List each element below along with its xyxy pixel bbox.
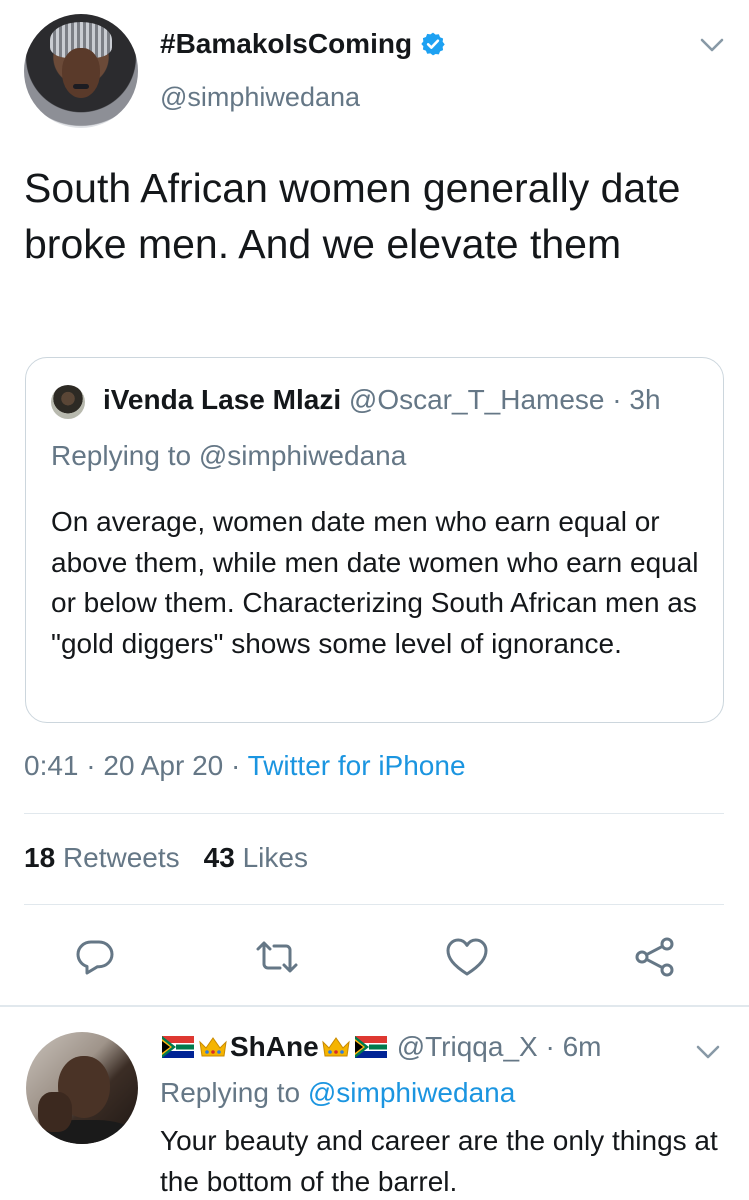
author-handle[interactable]: @simphiwedana (160, 82, 360, 113)
likes-label: Likes (242, 842, 308, 873)
avatar-hand (38, 1092, 72, 1132)
reply-replying-to: Replying to @simphiwedana (160, 1077, 515, 1109)
tweet-stats: 18 Retweets 43 Likes (24, 842, 308, 874)
likes-count: 43 (203, 842, 235, 873)
like-icon (446, 938, 488, 976)
tweet-source-link[interactable]: Twitter for iPhone (248, 750, 466, 781)
south-africa-flag-icon (354, 1036, 387, 1058)
replying-mention-link[interactable]: @simphiwedana (308, 1077, 515, 1108)
reply-author-name: ShAne (230, 1031, 319, 1062)
replying-prefix: Replying to (160, 1077, 308, 1108)
tweet-time: 0:41 · 20 Apr 20 · (24, 750, 248, 781)
author-display-name[interactable]: #BamakoIsComing (160, 28, 412, 60)
quoted-author-name: iVenda Lase Mlazi (103, 384, 342, 415)
author-name-row[interactable]: #BamakoIsComing (160, 28, 446, 60)
quoted-author-avatar (51, 385, 85, 419)
crown-icon (199, 1037, 227, 1057)
south-africa-flag-icon (162, 1036, 194, 1058)
retweets-label: Retweets (62, 842, 180, 873)
tweet-actions (0, 930, 749, 982)
retweets-count: 18 (24, 842, 56, 873)
crown-icon (321, 1037, 350, 1057)
likes-stat[interactable]: 43 Likes (204, 842, 308, 873)
quoted-tweet-header: iVenda Lase Mlazi @Oscar_T_Hamese · 3h (103, 384, 661, 416)
tweet-text: South African women generally date broke… (24, 165, 681, 267)
quoted-replying-to: Replying to @simphiwedana (51, 440, 406, 472)
reply-author-meta[interactable]: @Triqqa_X · 6m (397, 1031, 602, 1063)
replying-prefix: Replying to (51, 440, 199, 471)
reply-author-avatar[interactable] (26, 1032, 138, 1144)
verified-badge-icon (421, 32, 445, 56)
avatar-lips (73, 84, 89, 89)
divider (24, 813, 724, 814)
reply-author-name-row[interactable]: ShAne (160, 1031, 389, 1063)
retweet-button[interactable] (254, 934, 300, 980)
reply-icon (76, 940, 114, 975)
reply-text: Your beauty and career are the only thin… (160, 1125, 718, 1197)
divider (24, 904, 724, 905)
retweet-icon (256, 941, 298, 973)
reply-header: ShAne @Triqqa_X · 6m (160, 1031, 601, 1063)
retweets-stat[interactable]: 18 Retweets (24, 842, 180, 873)
quoted-tweet-text: On average, women date men who earn equa… (51, 506, 699, 659)
author-avatar[interactable] (24, 14, 138, 128)
avatar-face (62, 48, 100, 98)
replying-mention: @simphiwedana (198, 440, 407, 471)
quoted-author-meta: @Oscar_T_Hamese · 3h (348, 384, 661, 415)
tweet-timestamp: 0:41 · 20 Apr 20 · Twitter for iPhone (24, 750, 466, 782)
quoted-tweet[interactable]: iVenda Lase Mlazi @Oscar_T_Hamese · 3h R… (25, 357, 724, 723)
like-button[interactable] (444, 934, 490, 980)
chevron-down-icon[interactable] (694, 1041, 722, 1063)
share-icon (635, 937, 674, 977)
chevron-down-icon[interactable] (698, 34, 726, 56)
share-button[interactable] (632, 934, 678, 980)
reply-tweet[interactable]: ShAne @Triqqa_X · 6m Replying to @simphi… (0, 1007, 749, 1200)
reply-button[interactable] (72, 934, 118, 980)
